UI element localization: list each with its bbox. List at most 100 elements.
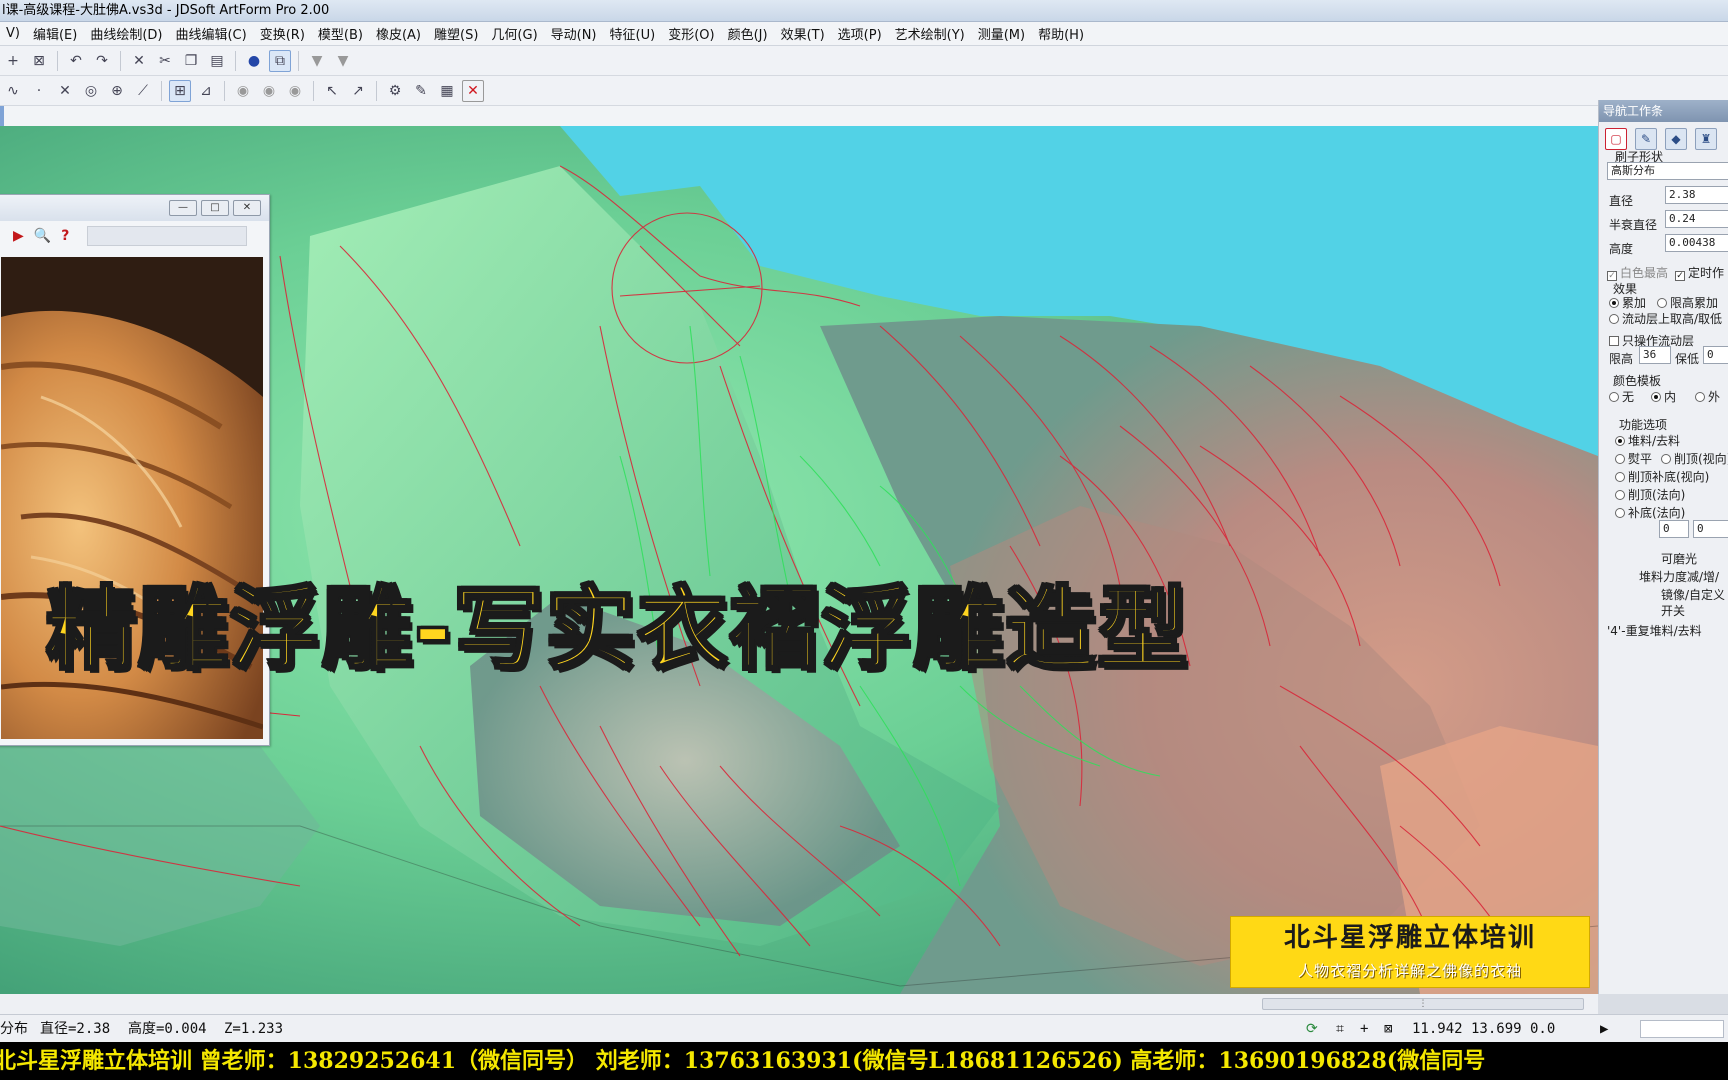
fn-switch-label: 开关 — [1661, 604, 1686, 618]
redo-icon[interactable]: ↷ — [91, 50, 113, 72]
only-flow-check-icon — [1609, 336, 1619, 346]
menu-deform[interactable]: 变形(O) — [662, 24, 721, 43]
shade-alt-icon[interactable]: ▼ — [332, 50, 354, 72]
help-icon[interactable]: ? — [61, 228, 69, 244]
color-none-label: 无 — [1622, 390, 1635, 404]
menu-edit[interactable]: 编辑(E) — [27, 24, 84, 43]
eye3-icon[interactable]: ◉ — [284, 80, 306, 102]
brush-icon[interactable]: ✎ — [410, 80, 432, 102]
radio-dot — [1661, 454, 1671, 464]
copy-icon[interactable]: ❐ — [180, 50, 202, 72]
cut-icon[interactable]: ✂ — [154, 50, 176, 72]
menu-help[interactable]: 帮助(H) — [1032, 24, 1091, 43]
refresh-icon[interactable]: ⟳ — [1306, 1015, 1318, 1043]
fn-cut-fill-label: 削顶补底(视向) — [1628, 470, 1710, 484]
fn-pile-radio[interactable]: 堆料/去料 — [1615, 432, 1680, 449]
radio-dot — [1615, 436, 1625, 446]
shade-icon[interactable]: ▼ — [306, 50, 328, 72]
menu-transform[interactable]: 变换(R) — [254, 24, 312, 43]
close-button[interactable]: ✕ — [233, 200, 261, 216]
select-icon[interactable]: ↖ — [321, 80, 343, 102]
stamp-icon[interactable]: ♜ — [1695, 128, 1717, 150]
document-tab[interactable] — [0, 106, 4, 126]
menu-color[interactable]: 颜色(J) — [722, 24, 775, 43]
viewport-horizontal-scrollbar[interactable]: ⋮ — [0, 994, 1598, 1014]
menu-sculpt[interactable]: 雕塑(S) — [428, 24, 485, 43]
half-decay-input[interactable]: 0.24 — [1665, 210, 1728, 228]
menu-curve-edit[interactable]: 曲线编辑(C) — [169, 24, 253, 43]
select2-icon[interactable]: ↗ — [347, 80, 369, 102]
menu-options[interactable]: 选项(P) — [832, 24, 889, 43]
trim-icon[interactable]: ⟋ — [132, 80, 154, 102]
view-box-icon[interactable]: ⧉ — [269, 49, 291, 72]
layer-icon[interactable]: ▦ — [436, 80, 458, 102]
next-icon[interactable]: ▶ — [13, 228, 24, 244]
paste-icon[interactable]: ▤ — [206, 50, 228, 72]
menu-curve-draw[interactable]: 曲线绘制(D) — [84, 24, 169, 43]
grid-icon[interactable]: ⊞ — [169, 79, 191, 102]
height-input[interactable]: 0.00438 — [1665, 234, 1728, 252]
point-icon[interactable]: · — [28, 80, 50, 102]
reference-path-field[interactable] — [87, 226, 248, 246]
effect-flow-layer-radio[interactable]: 流动层上取高/取低 — [1609, 310, 1722, 327]
frame-toggle-icon[interactable]: ⊠ — [1384, 1015, 1392, 1043]
fn-cut-top-radio[interactable]: 削顶(视向) — [1661, 450, 1728, 467]
maximize-button[interactable]: □ — [201, 200, 229, 216]
delete-icon[interactable]: ✕ — [128, 50, 150, 72]
undo-icon[interactable]: ↶ — [65, 50, 87, 72]
brush-shape-select[interactable]: 高斯分布 — [1607, 162, 1728, 180]
menu-feature[interactable]: 特征(U) — [604, 24, 663, 43]
color-none-radio[interactable]: 无 — [1609, 388, 1634, 405]
keep-low-input[interactable]: 0 — [1703, 346, 1728, 364]
frame-icon[interactable]: ⊠ — [28, 50, 50, 72]
crosshair-icon[interactable]: + — [1360, 1015, 1368, 1043]
effect-accumulate-label: 累加 — [1622, 296, 1647, 310]
brush-mode-icon[interactable]: ▢ — [1605, 128, 1627, 150]
fn-fill-normal-radio[interactable]: 补底(法向) — [1615, 504, 1685, 521]
circle-icon[interactable]: ◎ — [80, 80, 102, 102]
half-decay-label: 半衰直径 — [1609, 218, 1658, 232]
fn-value-input-2[interactable]: 0 — [1693, 520, 1728, 538]
fn-flatten-radio[interactable]: 熨平 — [1615, 450, 1652, 467]
menu-eraser[interactable]: 橡皮(A) — [370, 24, 428, 43]
menu-geometry[interactable]: 几何(G) — [485, 24, 544, 43]
menu-view[interactable]: V) — [0, 26, 27, 41]
banner-title: 北斗星浮雕立体培训 — [1283, 923, 1536, 953]
effect-limit-accumulate-radio[interactable]: 限高累加 — [1657, 294, 1718, 311]
menu-measure[interactable]: 测量(M) — [972, 24, 1032, 43]
white-max-checkbox[interactable]: ✓ 白色最高 — [1607, 264, 1668, 281]
eye-icon[interactable]: ◉ — [232, 80, 254, 102]
reference-window-titlebar[interactable]: — □ ✕ — [0, 195, 269, 221]
curve-icon[interactable]: ∿ — [2, 80, 24, 102]
fn-cut-normal-label: 削顶(法向) — [1628, 488, 1686, 502]
fn-cut-fill-radio[interactable]: 削顶补底(视向) — [1615, 468, 1709, 485]
close-red-icon[interactable]: ✕ — [462, 79, 484, 102]
scrollbar-thumb[interactable]: ⋮ — [1262, 998, 1584, 1010]
eraser-icon[interactable]: ◆ — [1665, 128, 1687, 150]
axis-icon[interactable]: + — [2, 50, 24, 72]
color-inner-radio[interactable]: 内 — [1651, 388, 1676, 405]
radio-dot — [1651, 392, 1661, 402]
menu-art-draw[interactable]: 艺术绘制(Y) — [889, 24, 972, 43]
diameter-input[interactable]: 2.38 — [1665, 186, 1728, 204]
menu-effect[interactable]: 效果(T) — [775, 24, 832, 43]
fn-value-input-1[interactable]: 0 — [1659, 520, 1689, 538]
limit-high-input[interactable]: 36 — [1639, 346, 1671, 364]
zoom-icon[interactable]: 🔍 — [34, 228, 51, 244]
menu-sweep[interactable]: 导动(N) — [545, 24, 604, 43]
menu-model[interactable]: 模型(B) — [312, 24, 370, 43]
target-icon[interactable]: ⊕ — [106, 80, 128, 102]
tool-icon[interactable]: ⚙ — [384, 80, 406, 102]
minimize-button[interactable]: — — [169, 200, 197, 216]
color-outer-radio[interactable]: 外 — [1695, 388, 1720, 405]
play-icon[interactable]: ▶ — [1600, 1015, 1608, 1043]
ruler-icon[interactable]: ⌗ — [1336, 1015, 1344, 1043]
effect-accumulate-radio[interactable]: 累加 — [1609, 294, 1646, 311]
sphere-render-icon[interactable]: ● — [243, 50, 265, 72]
cross-icon[interactable]: ✕ — [54, 80, 76, 102]
eye2-icon[interactable]: ◉ — [258, 80, 280, 102]
fn-cut-normal-radio[interactable]: 削顶(法向) — [1615, 486, 1685, 503]
paint-icon[interactable]: ✎ — [1635, 128, 1657, 150]
snap-icon[interactable]: ⊿ — [195, 80, 217, 102]
timed-checkbox[interactable]: ✓ 定时作 — [1675, 264, 1724, 281]
